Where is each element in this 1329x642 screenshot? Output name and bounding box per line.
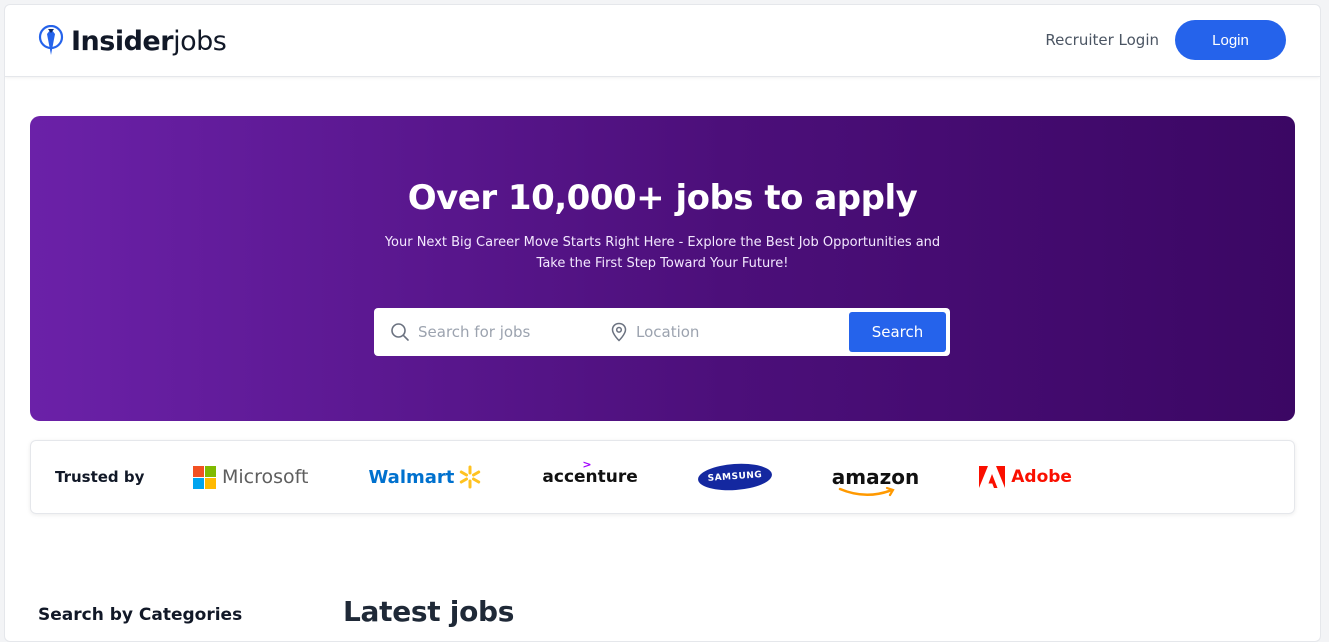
search-button[interactable]: Search: [849, 312, 946, 352]
location-input[interactable]: [636, 323, 806, 341]
microsoft-squares-icon: [193, 465, 216, 489]
accenture-logo: > accenture: [542, 458, 637, 487]
microsoft-wordmark: Microsoft: [222, 466, 309, 488]
samsung-wordmark: SAMSUNG: [696, 461, 773, 493]
amazon-smile-icon: [838, 486, 895, 497]
top-navbar: Insiderjobs Recruiter Login Login: [5, 5, 1320, 77]
search-icon: [391, 323, 409, 341]
amazon-logo: amazon: [832, 465, 919, 497]
job-search-input[interactable]: [418, 323, 588, 341]
adobe-logo: Adobe: [979, 466, 1072, 488]
brand-name-light: jobs: [173, 25, 227, 57]
walmart-logo: Walmart: [368, 465, 482, 489]
trusted-by-label: Trusted by: [55, 468, 145, 486]
location-pin-icon: [611, 322, 627, 342]
hero-subtitle-line2: Take the First Step Toward Your Future!: [536, 256, 789, 271]
recruiter-login-link[interactable]: Recruiter Login: [1045, 31, 1159, 49]
categories-heading: Search by Categories: [38, 605, 243, 625]
brand-name-bold: Insider: [71, 25, 174, 57]
hero-subtitle-line1: Your Next Big Career Move Starts Right H…: [384, 235, 941, 250]
location-field: [596, 308, 846, 356]
page: Insiderjobs Recruiter Login Login Over 1…: [4, 4, 1321, 642]
trusted-by-strip: Trusted by Microsoft Walmart > accenture…: [30, 440, 1295, 514]
walmart-spark-icon: [460, 465, 481, 489]
hero-title: Over 10,000+ jobs to apply: [407, 178, 918, 218]
tie-pin-icon: [38, 25, 64, 55]
adobe-a-icon: [979, 466, 1006, 488]
accenture-chevron-icon: >: [582, 458, 592, 471]
job-search-field: [374, 308, 596, 356]
walmart-wordmark: Walmart: [368, 466, 455, 488]
brand-name: Insiderjobs: [71, 25, 227, 57]
samsung-logo: SAMSUNG: [696, 461, 773, 493]
brand-logo[interactable]: Insiderjobs: [37, 25, 227, 57]
hero-subtitle: Your Next Big Career Move Starts Right H…: [383, 232, 943, 274]
microsoft-logo: Microsoft: [193, 465, 309, 489]
hero-banner: Over 10,000+ jobs to apply Your Next Big…: [30, 116, 1295, 421]
adobe-wordmark: Adobe: [1011, 467, 1072, 487]
nav-actions: Recruiter Login Login: [1045, 20, 1286, 60]
latest-jobs-heading: Latest jobs: [343, 595, 515, 628]
login-button[interactable]: Login: [1175, 20, 1286, 60]
accenture-wordmark: > accenture: [542, 458, 637, 487]
search-bar: Search: [374, 308, 950, 356]
